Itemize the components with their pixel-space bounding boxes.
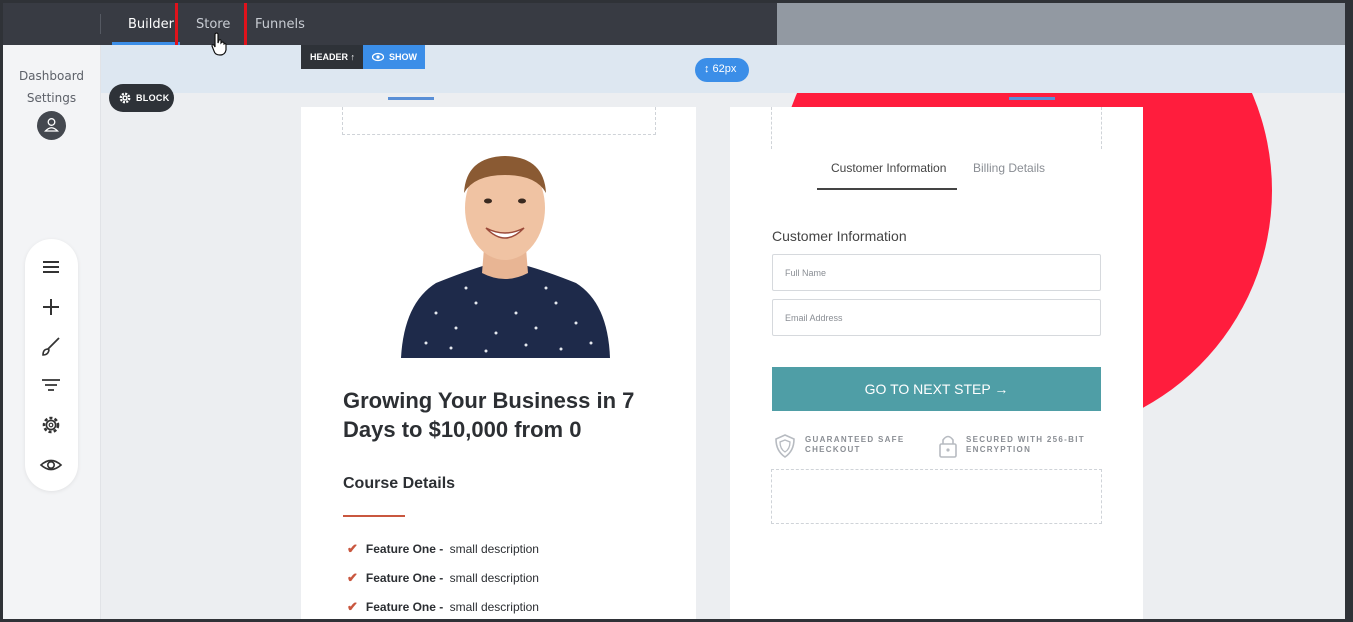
tab-funnels[interactable]: Funnels (255, 17, 305, 32)
spacing-indicator[interactable]: ↕ 62px (695, 58, 749, 82)
feature-desc: small description (449, 542, 539, 556)
shield-icon (775, 434, 795, 458)
gear-icon (119, 92, 131, 104)
checkout-column (730, 107, 1143, 619)
badge-line: SECURED WITH 256-BIT (966, 435, 1085, 444)
course-details-heading: Course Details (343, 475, 456, 492)
header-label: HEADER ↑ (310, 52, 356, 62)
empty-drop-zone[interactable] (771, 107, 1102, 149)
safe-checkout-badge: GUARANTEED SAFE CHECKOUT (805, 435, 905, 455)
spacing-label: ↕ 62px (704, 63, 737, 75)
plus-icon[interactable] (39, 295, 63, 319)
badge-line: GUARANTEED SAFE (805, 435, 905, 444)
feature-desc: small description (449, 571, 539, 585)
hand-cursor-icon (211, 32, 227, 56)
feature-desc: small description (449, 600, 539, 614)
tool-rail (25, 239, 78, 491)
menu-icon[interactable] (39, 255, 63, 279)
gear-icon[interactable] (39, 413, 63, 437)
sidebar-item-dashboard[interactable]: Dashboard (3, 69, 100, 83)
check-icon: ✔ (347, 599, 358, 614)
show-button[interactable]: SHOW (363, 45, 425, 69)
brush-icon[interactable] (39, 335, 63, 359)
nav-divider (100, 14, 101, 34)
form-title: Customer Information (772, 228, 907, 244)
eye-icon (372, 52, 384, 62)
email-input[interactable] (773, 300, 1107, 335)
full-name-input[interactable] (773, 255, 1107, 290)
encryption-badge: SECURED WITH 256-BIT ENCRYPTION (966, 435, 1085, 455)
filter-icon[interactable] (39, 373, 63, 397)
block-settings-button[interactable]: BLOCK (109, 84, 174, 112)
header-toggle-button[interactable]: HEADER ↑ (301, 45, 363, 69)
list-item: ✔ Feature One - small description (347, 599, 539, 615)
list-item: ✔ Feature One - small description (347, 541, 539, 557)
full-name-field[interactable] (772, 254, 1107, 291)
heading-underline (343, 515, 405, 517)
check-icon: ✔ (347, 541, 358, 556)
avatar[interactable] (37, 111, 66, 140)
next-step-button[interactable]: GO TO NEXT STEP → (772, 367, 1101, 411)
product-headline: Growing Your Business in 7 Days to $10,0… (343, 388, 635, 442)
badge-line: ENCRYPTION (966, 445, 1032, 454)
list-item: ✔ Feature One - small description (347, 570, 539, 586)
badge-line: CHECKOUT (805, 445, 861, 454)
block-label: BLOCK (136, 93, 170, 103)
lock-icon (939, 435, 957, 458)
user-icon (44, 118, 59, 132)
sidebar-item-settings[interactable]: Settings (3, 91, 100, 105)
app-window: Builder Store Funnels HEADER ↑ SHOW ↕ 62… (3, 3, 1345, 619)
active-tab-indicator (817, 188, 957, 190)
feature-name: Feature One - (365, 571, 444, 585)
left-sidebar: Dashboard Settings (3, 45, 101, 619)
tab-builder[interactable]: Builder (128, 17, 174, 32)
tab-billing-details[interactable]: Billing Details (973, 161, 1045, 175)
feature-name: Feature One - (365, 600, 444, 614)
empty-drop-zone[interactable] (771, 469, 1102, 524)
instructor-photo (401, 156, 610, 358)
show-label: SHOW (389, 52, 417, 62)
check-icon: ✔ (347, 570, 358, 585)
email-field[interactable] (772, 299, 1107, 336)
empty-drop-zone[interactable] (342, 107, 656, 135)
drop-indicator-right (1009, 97, 1055, 100)
header-overlay (777, 3, 1345, 93)
tab-customer-information[interactable]: Customer Information (831, 161, 946, 175)
eye-icon[interactable] (39, 453, 63, 477)
feature-name: Feature One - (365, 542, 444, 556)
drop-indicator-left (388, 97, 434, 100)
